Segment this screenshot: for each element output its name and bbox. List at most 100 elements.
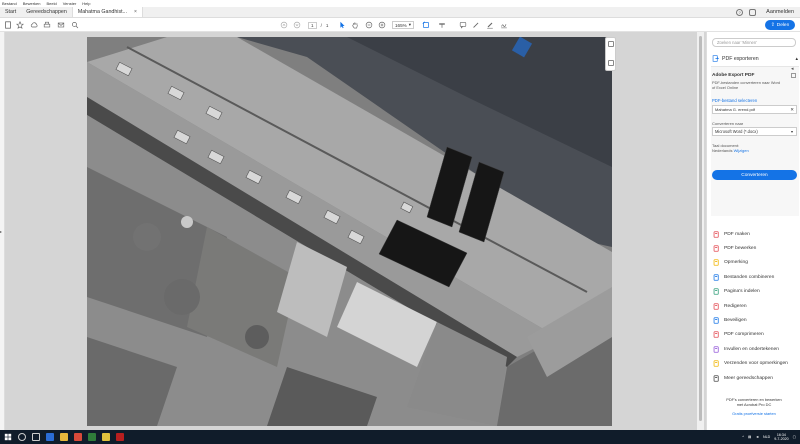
tool-item[interactable]: Bestanden combineren — [713, 270, 799, 284]
convert-button[interactable]: Converteren — [712, 170, 797, 180]
select-file-link[interactable]: PDF-bestand selecteren — [712, 98, 757, 103]
document-language-value: Nederlands — [712, 148, 733, 154]
convert-format-select[interactable]: Microsoft Word (*.docx) ▾ — [712, 127, 797, 136]
email-icon[interactable] — [57, 21, 65, 29]
search-icon[interactable] — [71, 21, 79, 29]
system-tray: ^ ▤ ◄ NLD 16:34 9-7-2020 ▢ — [742, 433, 800, 442]
share-button[interactable]: ⇪ Delen — [765, 20, 795, 30]
expand-left-pane-icon[interactable]: ▸ — [0, 229, 3, 235]
tool-item[interactable]: Opmerking — [713, 256, 799, 270]
fit-page-icon[interactable] — [422, 21, 430, 29]
mail-app-icon[interactable] — [74, 433, 82, 441]
tool-item[interactable]: Meer gereedschappen — [713, 371, 799, 385]
menu-help[interactable]: Help — [82, 1, 90, 6]
pen-icon[interactable] — [472, 21, 480, 29]
next-page-icon[interactable] — [293, 21, 301, 29]
clock[interactable]: 16:34 9-7-2020 — [774, 433, 788, 442]
menu-window[interactable]: Venster — [63, 1, 77, 6]
page-current-input[interactable]: 1 — [308, 21, 317, 29]
tab-close-icon[interactable]: × — [134, 9, 137, 15]
zoom-in-icon[interactable] — [378, 21, 386, 29]
comment-icon[interactable] — [459, 21, 467, 29]
task-view-icon[interactable] — [32, 433, 40, 441]
sign-icon[interactable] — [500, 21, 508, 29]
tool-item-label: Beveiligen — [724, 318, 747, 324]
cloud-upload-icon[interactable] — [30, 21, 38, 29]
create-icon[interactable] — [4, 21, 12, 29]
export-title: Adobe Export PDF — [712, 73, 755, 78]
input-language[interactable]: NLD — [763, 435, 770, 439]
menu-view[interactable]: Beeld — [46, 1, 56, 6]
export-description: PDF-bestanden converteren naar Word of E… — [712, 80, 781, 91]
tab-bar: Start Gereedschappen Mahatma Gandhist...… — [0, 7, 800, 18]
zoom-out-icon[interactable] — [365, 21, 373, 29]
search-icon[interactable] — [18, 433, 26, 441]
page-separator: / — [320, 22, 322, 28]
floating-tool-panel — [605, 37, 616, 71]
tool-item-label: Redigeren — [724, 303, 747, 309]
collapse-right-pane-icon[interactable]: ◂ — [791, 66, 794, 72]
header-right: ? Aanmelden — [736, 7, 800, 17]
tool-item-label: PDF bewerken — [724, 246, 757, 252]
print-icon[interactable] — [43, 21, 51, 29]
more-tools-icon — [713, 374, 720, 382]
pdf-page-aerial-photo[interactable] — [87, 37, 612, 426]
create-pdf-icon — [713, 231, 720, 238]
tool-item[interactable]: Invullen en ondertekenen — [713, 342, 799, 356]
scroll-mode-icon[interactable] — [438, 21, 446, 29]
page-thumbnail-icon[interactable] — [608, 60, 614, 66]
tool-item-label: Invullen en ondertekenen — [724, 346, 779, 352]
tool-item[interactable]: PDF maken — [713, 227, 799, 241]
edge-browser-icon[interactable] — [46, 433, 54, 441]
compress-pdf-icon — [713, 331, 720, 339]
tab-start[interactable]: Start — [0, 7, 21, 17]
selected-file-field[interactable]: Mahatma G. erend.pdf ✕ — [712, 105, 797, 114]
tool-item[interactable]: PDF comprimeren — [713, 328, 799, 342]
page-thumbnail-icon[interactable] — [608, 41, 614, 47]
login-link[interactable]: Aanmelden — [766, 9, 794, 15]
menu-edit[interactable]: Bewerken — [23, 1, 41, 6]
scrollbar-thumb[interactable] — [699, 36, 702, 421]
tool-item[interactable]: PDF bewerken — [713, 241, 799, 255]
notifications-icon[interactable]: ▢ — [793, 435, 796, 439]
store-app-icon[interactable] — [88, 433, 96, 441]
tray-arrow-icon[interactable]: ^ — [742, 435, 744, 439]
acrobat-taskbar-icon[interactable] — [116, 433, 124, 441]
tool-item[interactable]: Redigeren — [713, 299, 799, 313]
highlight-icon[interactable] — [486, 21, 494, 29]
promo-line-2: met Acrobat Pro DC — [736, 402, 772, 408]
chrome-icon[interactable] — [102, 433, 110, 441]
tool-item-label: PDF comprimeren — [724, 332, 764, 338]
bookmark-star-icon[interactable] — [16, 21, 24, 29]
windows-taskbar: ^ ▤ ◄ NLD 16:34 9-7-2020 ▢ — [0, 430, 800, 444]
clock-date: 9-7-2020 — [774, 437, 789, 441]
selected-file-name: Mahatma G. erend.pdf — [715, 107, 756, 112]
hand-tool-icon[interactable] — [351, 21, 359, 29]
tools-search-input[interactable]: Zoeken naar 'Minnen' — [712, 38, 796, 47]
copy-icon[interactable] — [791, 73, 796, 78]
start-trial-link[interactable]: Gratis proefversie starten — [711, 411, 797, 416]
tool-item[interactable]: Pagina's indelen — [713, 285, 799, 299]
volume-icon[interactable]: ◄ — [755, 435, 759, 439]
windows-start-icon[interactable] — [4, 433, 12, 441]
vertical-scrollbar[interactable] — [697, 32, 704, 430]
tab-document[interactable]: Mahatma Gandhist... × — [71, 7, 143, 17]
zoom-select[interactable]: 165% ▾ — [392, 21, 414, 29]
chevron-down-icon: ▾ — [790, 129, 793, 134]
organize-pages-icon — [713, 288, 720, 295]
file-explorer-icon[interactable] — [60, 433, 68, 441]
remove-file-icon[interactable]: ✕ — [790, 107, 794, 113]
select-cursor-icon[interactable] — [338, 21, 346, 29]
tool-item[interactable]: Beveiligen — [713, 313, 799, 327]
prev-page-icon[interactable] — [280, 21, 288, 29]
tab-tools[interactable]: Gereedschappen — [21, 7, 72, 17]
export-pdf-header[interactable]: PDF exporteren ▴ — [712, 54, 798, 63]
network-icon[interactable]: ▤ — [748, 435, 751, 439]
notifications-icon[interactable] — [749, 8, 757, 16]
tab-document-label: Mahatma Gandhist... — [77, 9, 127, 15]
help-icon[interactable]: ? — [736, 8, 744, 16]
menu-file[interactable]: Bestand — [2, 1, 17, 6]
change-language-link[interactable]: Wijzigen — [734, 148, 749, 153]
chevron-up-icon[interactable]: ▴ — [795, 56, 798, 62]
tool-item[interactable]: Verzenden voor opmerkingen — [713, 357, 799, 371]
